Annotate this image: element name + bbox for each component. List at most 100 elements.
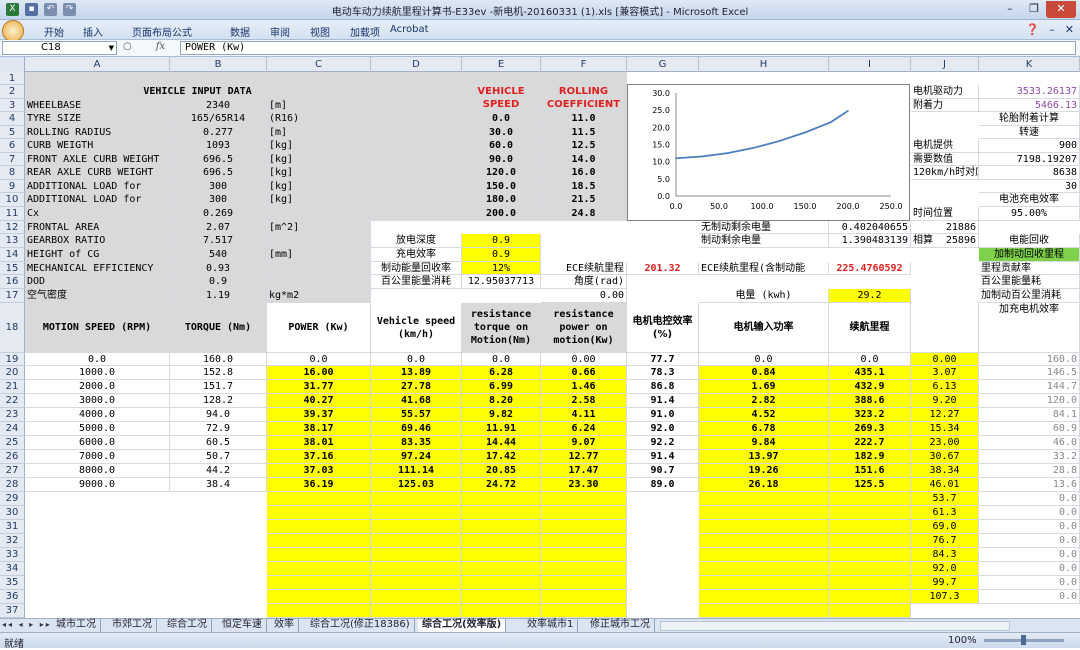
j-value[interactable]: 23.00 [911, 436, 979, 450]
motion-cell-2[interactable]: 38.01 [267, 436, 371, 450]
angle-value[interactable]: 0.00 [541, 289, 627, 303]
rolling-speed[interactable]: 200.0 [462, 207, 541, 221]
motion-cell-4[interactable]: 24.72 [462, 478, 541, 492]
help-icon[interactable]: ❓ [1026, 23, 1040, 36]
rolling-coef[interactable]: 16.0 [541, 166, 627, 180]
cell[interactable] [267, 562, 371, 576]
motion-cell-2[interactable]: 36.19 [267, 478, 371, 492]
rolling-coef[interactable]: 21.5 [541, 193, 627, 207]
motion-cell-2[interactable]: 40.27 [267, 394, 371, 408]
param-value[interactable]: 0.269 [170, 207, 267, 221]
cell[interactable] [541, 548, 627, 562]
discharge-depth-label[interactable]: 放电深度 [371, 234, 462, 248]
column-header-f[interactable]: F [541, 57, 627, 72]
motion-cell-3[interactable]: 0.0 [371, 353, 462, 366]
column-header-d[interactable]: D [371, 57, 462, 72]
cell-grid[interactable]: VEHICLE INPUT DATA WHEELBASE 2340 [m] TYRE S… [0, 72, 1080, 618]
param-value[interactable]: 300 [170, 193, 267, 207]
motion-cell-5[interactable]: 12.77 [541, 450, 627, 464]
cell[interactable] [371, 562, 462, 576]
required-value[interactable]: 7198.19207 [979, 153, 1080, 166]
motion-cell-8[interactable]: 435.1 [829, 366, 911, 380]
column-header-h[interactable]: H [699, 57, 829, 72]
motion-cell-1[interactable]: 160.0 [170, 353, 267, 366]
formula-input[interactable]: POWER (Kw) [180, 41, 1076, 55]
motion-cell-1[interactable]: 151.7 [170, 380, 267, 394]
motion-cell-5[interactable]: 0.66 [541, 366, 627, 380]
charge-eff-value[interactable]: 0.9 [462, 248, 541, 262]
cell[interactable] [699, 506, 829, 520]
param-unit[interactable] [267, 275, 371, 289]
k-value[interactable]: 0.0 [979, 548, 1080, 562]
rolling-header-speed[interactable]: VEHICLE SPEED [462, 85, 541, 112]
cell[interactable] [462, 590, 541, 604]
j-value[interactable]: 9.20 [911, 394, 979, 408]
motion-cell-0[interactable]: 1000.0 [25, 366, 170, 380]
k10-value[interactable]: 30 [979, 180, 1080, 193]
motion-cell-4[interactable]: 20.85 [462, 464, 541, 478]
motion-cell-6[interactable]: 91.4 [627, 450, 699, 464]
param-value[interactable]: 0.93 [170, 262, 267, 275]
param-label[interactable]: 空气密度 [25, 289, 170, 303]
tab-review[interactable]: 视图 [310, 24, 330, 39]
no-regen-label[interactable]: 无制动剩余电量 [699, 221, 829, 234]
param-value[interactable]: 696.5 [170, 153, 267, 166]
param-value[interactable]: 2340 [170, 99, 267, 112]
ece-regen-label[interactable]: ECE续航里程(含制动能 [699, 262, 829, 275]
cell[interactable] [829, 562, 911, 576]
rolling-speed[interactable]: 120.0 [462, 166, 541, 180]
cell[interactable] [267, 576, 371, 590]
rolling-speed[interactable]: 90.0 [462, 153, 541, 166]
rolling-coef[interactable]: 12.5 [541, 139, 627, 153]
horizontal-scrollbar[interactable] [660, 621, 1010, 631]
param-label[interactable]: CURB WEIGTH [25, 139, 170, 153]
motion-cell-6[interactable]: 92.2 [627, 436, 699, 450]
motion-cell-4[interactable]: 14.44 [462, 436, 541, 450]
motion-cell-6[interactable]: 90.7 [627, 464, 699, 478]
rolling-coef[interactable]: 24.8 [541, 207, 627, 221]
param-unit[interactable] [267, 262, 371, 275]
motion-cell-4[interactable]: 8.20 [462, 394, 541, 408]
motion-cell-7[interactable]: 0.84 [699, 366, 829, 380]
motion-cell-2[interactable]: 37.03 [267, 464, 371, 478]
motion-cell-3[interactable]: 83.35 [371, 436, 462, 450]
j-value[interactable]: 76.7 [911, 534, 979, 548]
motion-cell-8[interactable]: 125.5 [829, 478, 911, 492]
k-value[interactable]: 28.8 [979, 464, 1080, 478]
param-value[interactable]: 300 [170, 180, 267, 193]
cell[interactable] [462, 562, 541, 576]
tab-addins[interactable]: Acrobat [390, 24, 429, 35]
motion-cell-5[interactable]: 2.58 [541, 394, 627, 408]
sheet-tab[interactable]: 市郊工况 [108, 619, 157, 632]
k-value[interactable]: 160.0 [979, 353, 1080, 366]
adhesion-value[interactable]: 5466.13 [979, 99, 1080, 112]
k-value[interactable]: 13.6 [979, 478, 1080, 492]
k-value[interactable]: 0.0 [979, 576, 1080, 590]
column-header-g[interactable]: G [627, 57, 699, 72]
motion-header[interactable]: POWER (Kw) [267, 303, 371, 353]
cell[interactable] [829, 590, 911, 604]
motion-cell-6[interactable]: 91.0 [627, 408, 699, 422]
cell[interactable] [829, 604, 911, 618]
motion-cell-1[interactable]: 94.0 [170, 408, 267, 422]
rolling-coefficient-chart[interactable]: 0.0 5.0 10.0 15.0 20.0 25.0 30.0 0.0 50.0 100.0 15… [627, 84, 910, 221]
cell[interactable] [699, 548, 829, 562]
param-value[interactable]: 2.07 [170, 221, 267, 234]
motion-cell-5[interactable]: 4.11 [541, 408, 627, 422]
cell[interactable] [462, 520, 541, 534]
k-value[interactable]: 0.0 [979, 506, 1080, 520]
motion-cell-3[interactable]: 55.57 [371, 408, 462, 422]
column-header-e[interactable]: E [462, 57, 541, 72]
k-value[interactable]: 0.0 [979, 590, 1080, 604]
param-unit[interactable]: [kg] [267, 193, 371, 207]
cell[interactable] [371, 520, 462, 534]
k-value[interactable]: 60.9 [979, 422, 1080, 436]
motion-cell-8[interactable]: 323.2 [829, 408, 911, 422]
regen-range[interactable]: 加制动回收里程 [979, 248, 1080, 262]
drive-force-label[interactable]: 电机驱动力 [911, 85, 979, 99]
motion-cell-3[interactable]: 27.78 [371, 380, 462, 394]
param-value[interactable]: 696.5 [170, 166, 267, 180]
k-value[interactable]: 146.5 [979, 366, 1080, 380]
rolling-coef[interactable]: 11.0 [541, 112, 627, 126]
motion-cell-6[interactable]: 92.0 [627, 422, 699, 436]
